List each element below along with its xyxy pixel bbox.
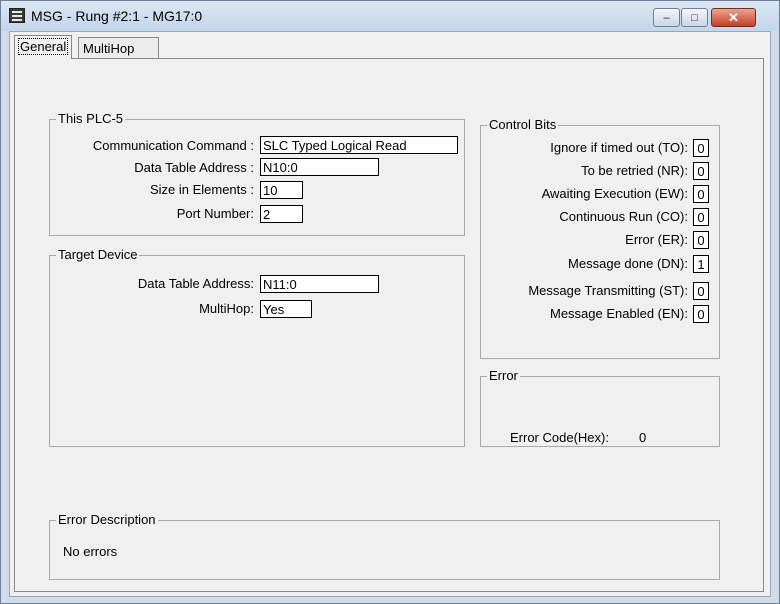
control-bit-en-label: Message Enabled (EN): <box>549 306 688 321</box>
control-bit-co-field[interactable]: 0 <box>693 208 709 226</box>
error-description-text: No errors <box>63 544 118 559</box>
error-description-legend: Error Description <box>56 512 158 527</box>
data-table-address-field[interactable]: N10:0 <box>260 158 379 176</box>
error-legend: Error <box>487 368 520 383</box>
tab-multihop[interactable]: MultiHop <box>78 37 159 59</box>
tab-general[interactable]: General <box>14 35 73 59</box>
communication-command-label: Communication Command : <box>92 138 254 153</box>
error-code-value: 0 <box>639 430 647 445</box>
target-data-table-address-label: Data Table Address: <box>137 276 254 291</box>
control-bit-to-label: Ignore if timed out (TO): <box>550 140 688 155</box>
target-data-table-address-field[interactable]: N11:0 <box>260 275 379 293</box>
data-table-address-label: Data Table Address : <box>134 160 254 175</box>
maximize-button[interactable]: □ <box>681 8 708 27</box>
control-bit-st-label: Message Transmitting (ST): <box>528 283 688 298</box>
size-in-elements-field[interactable]: 10 <box>260 181 303 199</box>
control-bit-nr-label: To be retried (NR): <box>581 163 688 178</box>
control-bit-st-field[interactable]: 0 <box>693 282 709 300</box>
multihop-field[interactable]: Yes <box>260 300 312 318</box>
port-number-label: Port Number: <box>176 206 254 221</box>
this-plc-legend: This PLC-5 <box>56 111 126 126</box>
minimize-button[interactable]: – <box>653 8 680 27</box>
control-bit-ew-label: Awaiting Execution (EW): <box>541 186 688 201</box>
msg-dialog-window: MSG - Rung #2:1 - MG17:0 – □ ✕ General M… <box>0 0 780 604</box>
tab-multihop-label: MultiHop <box>83 41 135 56</box>
control-bit-nr-field[interactable]: 0 <box>693 162 709 180</box>
app-icon <box>9 8 25 23</box>
port-number-field[interactable]: 2 <box>260 205 303 223</box>
control-bits-legend: Control Bits <box>487 117 559 132</box>
error-code-label: Error Code(Hex): <box>510 430 609 445</box>
window-title: MSG - Rung #2:1 - MG17:0 <box>31 8 203 24</box>
target-device-legend: Target Device <box>56 247 140 262</box>
close-button[interactable]: ✕ <box>711 8 756 27</box>
multihop-label: MultiHop: <box>199 301 254 316</box>
control-bit-ew-field[interactable]: 0 <box>693 185 709 203</box>
control-bit-er-label: Error (ER): <box>625 232 688 247</box>
communication-command-field[interactable]: SLC Typed Logical Read <box>260 136 458 154</box>
title-bar[interactable]: MSG - Rung #2:1 - MG17:0 – □ ✕ <box>1 1 779 31</box>
control-bit-co-label: Continuous Run (CO): <box>559 209 688 224</box>
control-bit-to-field[interactable]: 0 <box>693 139 709 157</box>
target-device-group: Target Device <box>49 247 465 447</box>
error-description-group: Error Description <box>49 512 720 580</box>
control-bit-dn-label: Message done (DN): <box>568 256 688 271</box>
control-bit-er-field[interactable]: 0 <box>693 231 709 249</box>
tab-general-label: General <box>17 38 69 55</box>
control-bit-en-field[interactable]: 0 <box>693 305 709 323</box>
size-in-elements-label: Size in Elements : <box>149 182 254 197</box>
control-bit-dn-field[interactable]: 1 <box>693 255 709 273</box>
